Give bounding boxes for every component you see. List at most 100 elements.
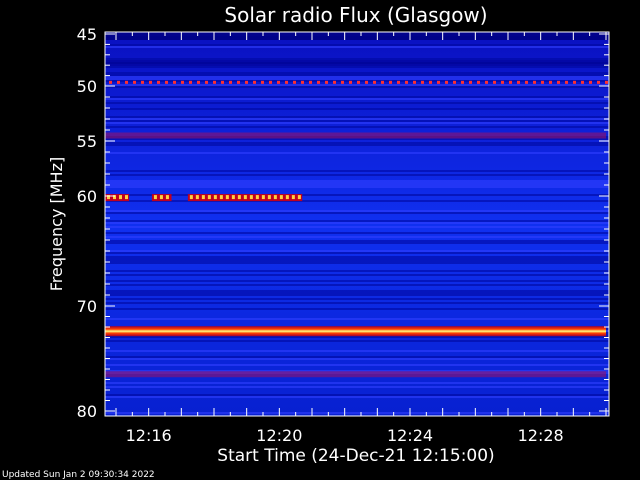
- noise-stripe: [105, 356, 609, 358]
- noise-stripe: [105, 340, 609, 342]
- noise-stripe: [105, 412, 609, 414]
- emission-dot: [549, 80, 552, 84]
- emission-blip: [261, 195, 265, 200]
- noise-stripe: [105, 120, 609, 122]
- noise-stripe: [105, 116, 609, 118]
- noise-stripe: [105, 394, 609, 396]
- emission-dot: [269, 80, 272, 84]
- noise-stripe: [105, 336, 609, 338]
- noise-stripe: [105, 44, 609, 46]
- emission-dot: [301, 80, 304, 84]
- noise-stripe: [105, 292, 609, 294]
- noise-stripe: [105, 258, 609, 260]
- noise-stripe: [105, 182, 609, 184]
- emission-dot: [317, 80, 320, 84]
- noise-stripe: [105, 170, 609, 172]
- noise-stripe: [105, 280, 609, 282]
- emission-dot: [253, 80, 256, 84]
- emission-dot: [485, 80, 488, 84]
- emission-dot: [501, 80, 504, 84]
- emission-dot: [581, 80, 584, 84]
- emission-blip: [125, 195, 128, 200]
- emission-band-strong: [105, 326, 606, 337]
- emission-dot: [381, 80, 384, 84]
- emission-blip: [231, 195, 235, 200]
- emission-dot: [237, 80, 240, 84]
- emission-blip: [267, 195, 271, 200]
- emission-blip: [297, 195, 301, 200]
- emission-blip: [189, 195, 193, 200]
- emission-dot: [597, 80, 600, 84]
- chart-title: Solar radio Flux (Glasgow): [224, 3, 487, 27]
- emission-dot: [349, 80, 352, 84]
- noise-stripe: [105, 184, 609, 186]
- emission-dot: [565, 80, 568, 84]
- emission-dot: [461, 80, 464, 84]
- emission-dot: [469, 80, 472, 84]
- y-tick-label: 60: [77, 187, 97, 206]
- emission-dot: [437, 80, 440, 84]
- emission-blip: [165, 195, 169, 200]
- noise-stripe: [105, 232, 609, 234]
- y-tick-label: 55: [77, 132, 97, 151]
- emission-blip: [153, 195, 157, 200]
- emission-blip: [243, 195, 247, 200]
- emission-blip: [119, 195, 122, 200]
- noise-stripe: [105, 210, 609, 212]
- noise-stripe: [105, 260, 609, 262]
- emission-dot: [589, 80, 592, 84]
- noise-stripe: [105, 358, 609, 360]
- emission-dot: [125, 80, 128, 84]
- emission-blip: [201, 195, 205, 200]
- emission-dot: [533, 80, 536, 84]
- emission-blip: [219, 195, 223, 200]
- noise-stripe: [105, 122, 609, 124]
- emission-dot: [405, 80, 408, 84]
- emission-dot: [357, 80, 360, 84]
- emission-blip: [237, 195, 241, 200]
- noise-stripe: [105, 118, 609, 120]
- emission-blip: [159, 195, 163, 200]
- noise-stripe: [105, 290, 609, 292]
- noise-stripe: [105, 252, 609, 254]
- emission-blip: [225, 195, 229, 200]
- noise-stripe: [105, 386, 609, 388]
- noise-stripe: [105, 308, 609, 310]
- noise-stripe: [105, 58, 609, 60]
- emission-dot: [141, 80, 144, 84]
- noise-stripe: [105, 350, 609, 352]
- emission-dot: [325, 80, 328, 84]
- emission-dot: [341, 80, 344, 84]
- spectrogram-chart: Solar radio Flux (Glasgow) 455055607080 …: [2, 3, 610, 480]
- noise-stripe: [105, 222, 609, 224]
- emission-dot: [389, 80, 392, 84]
- emission-band-weak: [105, 371, 606, 378]
- x-tick-label: 12:24: [387, 426, 433, 445]
- emission-dot: [133, 80, 136, 84]
- noise-stripe: [105, 174, 609, 176]
- noise-stripe: [105, 180, 609, 182]
- noise-stripe: [105, 126, 609, 128]
- emission-dot: [245, 80, 248, 84]
- emission-dot: [213, 80, 216, 84]
- emission-dot: [197, 80, 200, 84]
- noise-stripe: [105, 84, 609, 86]
- noise-stripe: [105, 32, 609, 40]
- emission-dot: [189, 80, 192, 84]
- emission-dot: [541, 80, 544, 84]
- emission-dot: [293, 80, 296, 84]
- y-axis-label: Frequency [MHz]: [47, 157, 66, 291]
- emission-dot: [229, 80, 232, 84]
- noise-stripe: [105, 364, 609, 366]
- noise-stripe: [105, 274, 609, 276]
- emission-dot: [117, 80, 120, 84]
- emission-dot: [517, 80, 520, 84]
- x-tick-label: 12:28: [518, 426, 564, 445]
- emission-blip: [273, 195, 277, 200]
- noise-stripe: [105, 142, 609, 144]
- emission-blip: [213, 195, 217, 200]
- noise-stripe: [105, 200, 609, 202]
- emission-dot: [173, 80, 176, 84]
- emission-blip: [207, 195, 211, 200]
- noise-stripe: [105, 250, 609, 252]
